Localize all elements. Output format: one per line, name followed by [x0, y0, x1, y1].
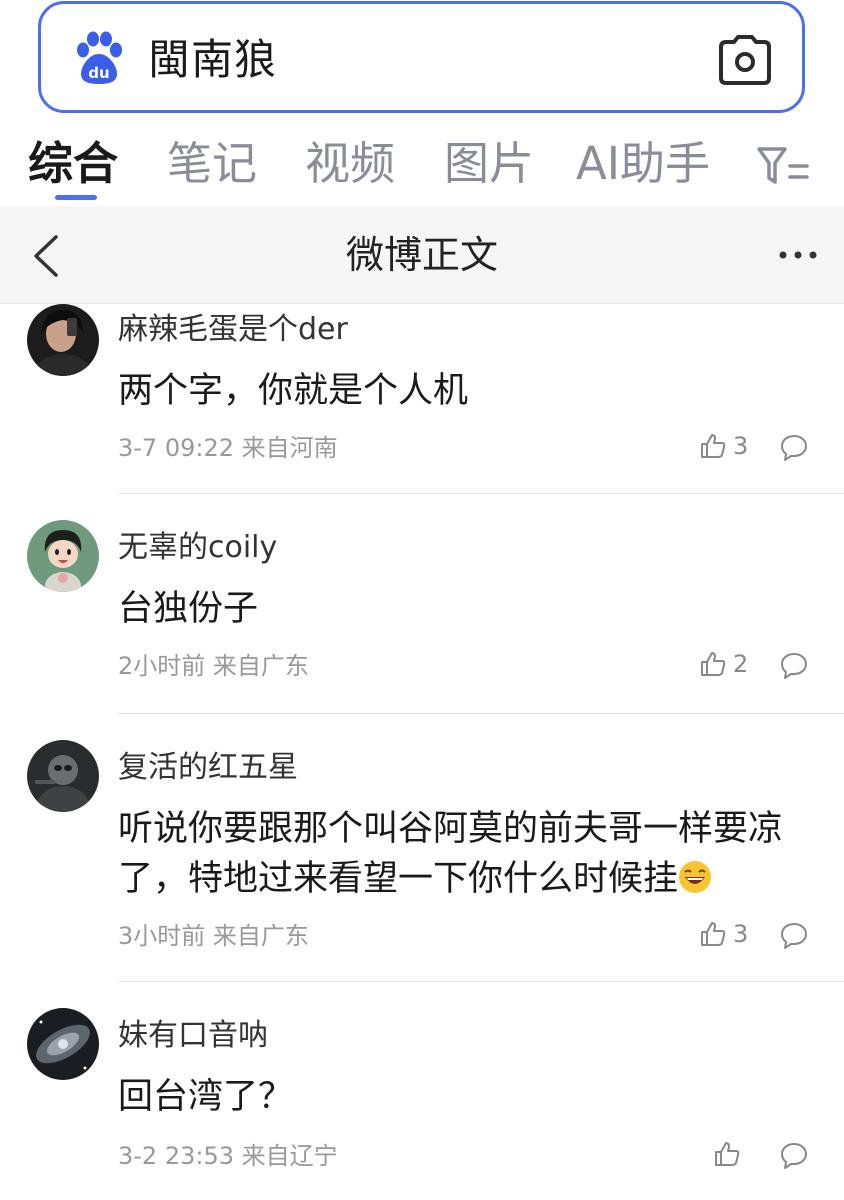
comment-author[interactable]: 妹有口音呐 [118, 1016, 268, 1056]
filter-icon[interactable] [756, 146, 810, 186]
like-count: 2 [733, 650, 749, 678]
tab-ai-assistant[interactable]: AI助手 [576, 136, 710, 192]
search-input[interactable]: 閩南狼 [148, 34, 277, 86]
laughing-face-emoji [679, 861, 712, 893]
avatar[interactable] [27, 520, 99, 592]
page: du 閩南狼 综合 笔记 视频 图片 AI助手 微博正文 麻辣毛蛋是个der 两… [0, 0, 844, 1200]
thumbs-up-icon [701, 652, 726, 676]
divider [118, 981, 844, 982]
comment-meta: 3小时前 来自广东 [118, 922, 309, 950]
like-button[interactable] [713, 1140, 747, 1168]
page-title: 微博正文 [345, 233, 498, 277]
tab-notes[interactable]: 笔记 [167, 136, 257, 192]
like-button[interactable]: 2 [699, 650, 748, 678]
thumbs-up-icon [701, 434, 726, 458]
comment-item: 妹有口音呐 回台湾了？ 3-2 23:53 来自辽宁 [0, 1008, 844, 1200]
avatar[interactable] [27, 740, 99, 812]
comment-item: 麻辣毛蛋是个der 两个字，你就是个人机 3-7 09:22 来自河南 3 [0, 302, 844, 494]
comment-item: 无辜的coily 台独份子 2小时前 来自广东 2 [0, 520, 844, 714]
weibo-header: 微博正文 [0, 206, 844, 304]
divider [118, 493, 844, 494]
tab-comprehensive[interactable]: 综合 [28, 136, 118, 192]
search-tabs: 综合 笔记 视频 图片 AI助手 [0, 130, 844, 206]
more-dots-icon[interactable] [778, 250, 818, 260]
tab-images[interactable]: 图片 [444, 136, 534, 192]
comment-bubble-icon[interactable] [779, 921, 809, 951]
camera-icon[interactable] [718, 34, 772, 86]
active-tab-indicator [55, 195, 97, 200]
comment-bubble-icon[interactable] [779, 433, 809, 463]
svg-text:du: du [88, 64, 109, 82]
search-bar[interactable]: du 閩南狼 [38, 1, 805, 113]
like-button[interactable]: 3 [699, 432, 748, 460]
comment-text: 两个字，你就是个人机 [118, 371, 469, 411]
like-button[interactable]: 3 [699, 920, 748, 948]
comment-item: 复活的红五星 听说你要跟那个叫谷阿莫的前夫哥一样要凉了，特地过来看望一下你什么时… [0, 740, 844, 982]
comment-meta: 2小时前 来自广东 [118, 652, 309, 680]
like-count: 3 [733, 432, 749, 460]
like-count: 3 [733, 920, 749, 948]
comment-bubble-icon[interactable] [779, 651, 809, 681]
tab-videos[interactable]: 视频 [305, 136, 395, 192]
comment-author[interactable]: 麻辣毛蛋是个der [118, 310, 348, 350]
avatar[interactable] [27, 1008, 99, 1080]
comment-meta: 3-7 09:22 来自河南 [118, 434, 338, 462]
comment-text-wrapper: 听说你要跟那个叫谷阿莫的前夫哥一样要凉了，特地过来看望一下你什么时候挂 [118, 804, 808, 904]
comment-meta: 3-2 23:53 来自辽宁 [118, 1142, 338, 1170]
thumbs-up-icon [715, 1142, 740, 1166]
comment-author[interactable]: 无辜的coily [118, 528, 277, 568]
comment-text: 台独份子 [118, 589, 259, 629]
comment-bubble-icon[interactable] [779, 1141, 809, 1171]
avatar[interactable] [27, 304, 99, 376]
comment-author[interactable]: 复活的红五星 [118, 748, 298, 788]
comment-text: 回台湾了？ [118, 1077, 294, 1117]
baidu-paw-icon: du [77, 31, 122, 84]
thumbs-up-icon [701, 922, 726, 946]
divider [118, 713, 844, 714]
